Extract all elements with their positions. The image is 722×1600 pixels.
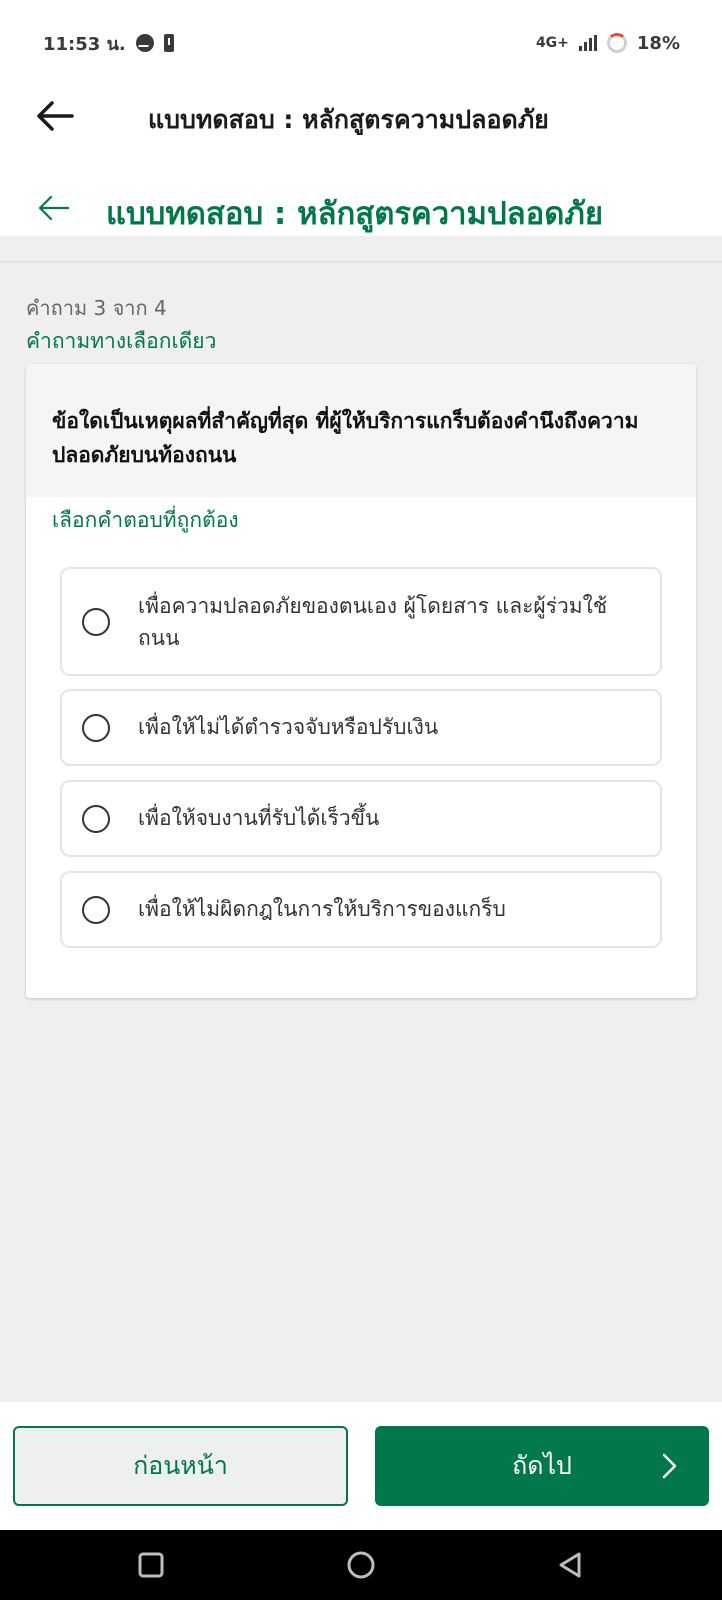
answer-option[interactable]: เพื่อความปลอดภัยของตนเอง ผู้โดยสาร และผู…	[60, 567, 662, 676]
radio-button-icon[interactable]	[82, 714, 110, 742]
system-navigation-bar	[0, 1530, 722, 1600]
status-right: 4G+ 18%	[536, 33, 680, 54]
question-type: คำถามทางเลือกเดียว	[26, 329, 217, 353]
page-title: แบบทดสอบ : หลักสูตรความปลอดภัย	[106, 196, 604, 232]
battery-ring-icon	[606, 33, 627, 53]
question-box: ข้อใดเป็นเหตุผลที่สำคัญที่สุด ที่ผู้ให้บ…	[26, 364, 696, 497]
answer-option[interactable]: เพื่อให้จบงานที่รับได้เร็วขึ้น	[60, 780, 662, 857]
question-card: ข้อใดเป็นเหตุผลที่สำคัญที่สุด ที่ผู้ให้บ…	[26, 364, 696, 998]
messenger-icon	[135, 34, 154, 52]
app-bar-title: แบบทดสอบ : หลักสูตรความปลอดภัย	[148, 105, 549, 134]
status-left: 11:53 น.	[43, 29, 174, 58]
next-button-label: ถัดไป	[512, 1451, 572, 1480]
next-button[interactable]: ถัดไป	[375, 1426, 709, 1506]
home-icon[interactable]	[345, 1549, 377, 1581]
question-text: ข้อใดเป็นเหตุผลที่สำคัญที่สุด ที่ผู้ให้บ…	[52, 409, 639, 467]
radio-button-icon[interactable]	[82, 896, 110, 924]
arrow-left-icon[interactable]	[38, 194, 70, 222]
quiz-screen: 11:53 น. 4G+ 18% แบบทดสอบ : หลักสูตรความ…	[0, 0, 722, 1600]
action-bar: ก่อนหน้า ถัดไป	[0, 1402, 722, 1530]
signal-icon	[578, 35, 597, 51]
option-label: เพื่อให้จบงานที่รับได้เร็วขึ้น	[138, 806, 380, 830]
answer-option[interactable]: เพื่อให้ไม่ผิดกฎในการให้บริการของแกร็บ	[60, 871, 662, 948]
app-bar: แบบทดสอบ : หลักสูตรความปลอดภัย แบบทดสอบ …	[0, 86, 722, 236]
status-bar: 11:53 น. 4G+ 18%	[0, 0, 722, 86]
option-label: เพื่อให้ไม่ผิดกฎในการให้บริการของแกร็บ	[138, 897, 506, 921]
previous-button[interactable]: ก่อนหน้า	[13, 1426, 348, 1506]
option-label: เพื่อความปลอดภัยของตนเอง ผู้โดยสาร และผู…	[138, 594, 608, 650]
header-divider	[0, 261, 722, 263]
chevron-right-icon	[662, 1453, 677, 1479]
radio-button-icon[interactable]	[82, 608, 110, 636]
network-type: 4G+	[535, 35, 569, 51]
answer-option[interactable]: เพื่อให้ไม่ได้ตำรวจจับหรือปรับเงิน	[60, 689, 662, 766]
answer-instruction: เลือกคำตอบที่ถูกต้อง	[52, 508, 239, 532]
battery-alert-icon	[163, 34, 174, 52]
back-triangle-icon[interactable]	[555, 1549, 587, 1581]
recent-apps-icon[interactable]	[135, 1549, 167, 1581]
question-counter: คำถาม 3 จาก 4	[26, 296, 167, 320]
radio-button-icon[interactable]	[82, 805, 110, 833]
status-time: 11:53 น.	[43, 33, 126, 55]
arrow-left-icon[interactable]	[34, 100, 74, 132]
battery-percent: 18%	[636, 32, 680, 54]
option-label: เพื่อให้ไม่ได้ตำรวจจับหรือปรับเงิน	[138, 715, 439, 739]
